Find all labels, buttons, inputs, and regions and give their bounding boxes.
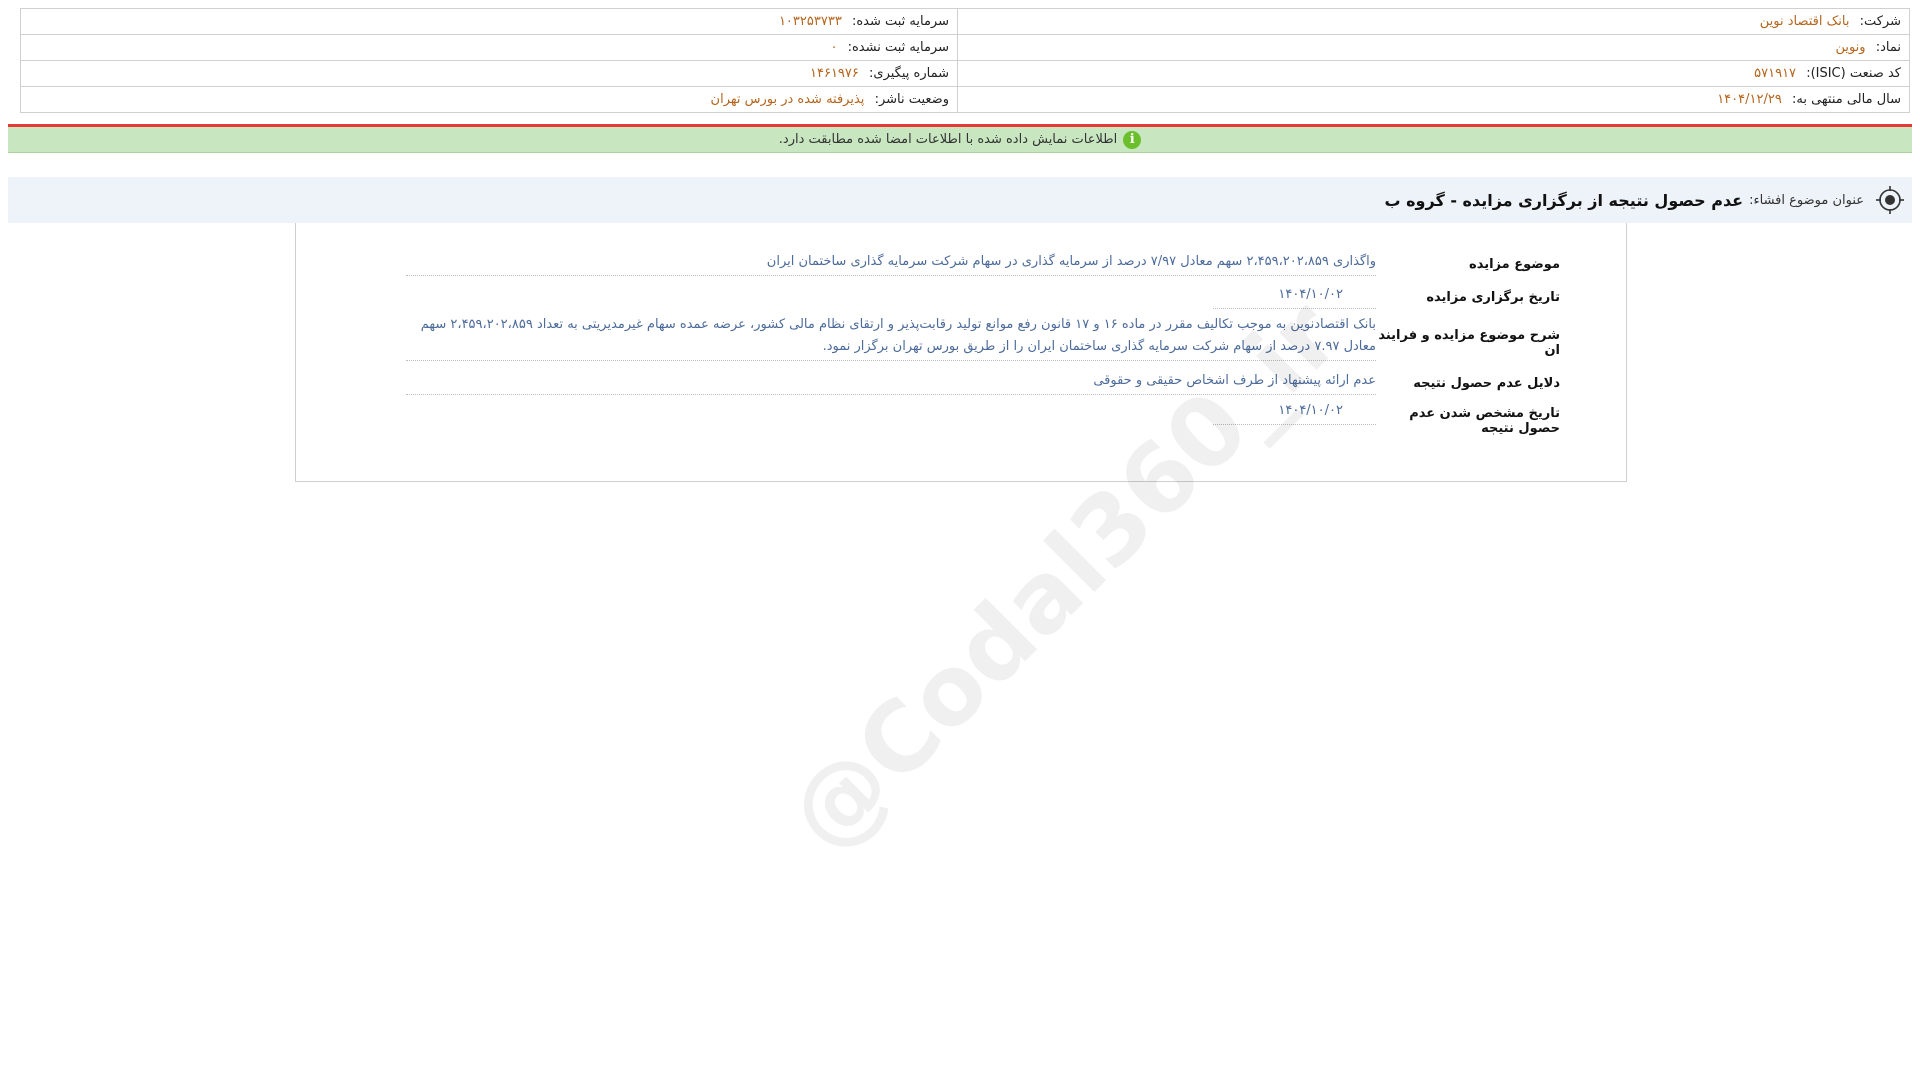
registered-capital-cell: سرمایه ثبت شده: ۱۰۳۲۵۳۷۳۳ [20,8,958,35]
detail-row-description: شرح موضوع مزایده و فرایند ان بانک اقتصاد… [406,314,1566,370]
info-row: شرکت: بانک اقتصاد نوین سرمایه ثبت شده: ۱… [20,8,1910,35]
tracking-label: شماره پیگیری: [869,66,949,81]
reasons-value: عدم ارائه پیشنهاد از طرف اشخاص حقیقی و ح… [406,370,1376,395]
info-icon: i [1123,130,1142,149]
reasons-label: دلایل عدم حصول نتیجه [1413,376,1560,391]
detail-row-date: تاریخ برگزاری مزایده ۱۴۰۴/۱۰/۰۲ [406,284,1566,314]
detail-row-subject: موضوع مزایده واگذاری ۲،۴۵۹،۲۰۲،۸۵۹ سهم م… [406,251,1566,284]
unregistered-capital-cell: سرمایه ثبت نشده: ۰ [20,34,958,61]
isic-value: ۵۷۱۹۱۷ [1754,66,1797,81]
company-info-table: شرکت: بانک اقتصاد نوین سرمایه ثبت شده: ۱… [20,8,1910,113]
symbol-label: نماد: [1875,40,1901,55]
detail-row-result-date: تاریخ مشخص شدن عدم حصول نتیجه ۱۴۰۴/۱۰/۰۲ [406,400,1566,436]
info-row: نماد: ونوین سرمایه ثبت نشده: ۰ [20,34,1910,61]
publisher-status-value: پذیرفته شده در بورس تهران [710,92,865,107]
symbol-value[interactable]: ونوین [1835,40,1865,55]
fiscal-label: سال مالی منتهی به: [1791,92,1901,107]
disclosure-title-bar: عنوان موضوع افشاء: عدم حصول نتیجه از برگ… [8,177,1912,223]
target-icon [1874,184,1906,216]
detail-row-reasons: دلایل عدم حصول نتیجه عدم ارائه پیشنهاد ا… [406,370,1566,400]
company-value[interactable]: بانک اقتصاد نوین [1760,14,1850,29]
publisher-status-cell: وضعیت ناشر: پذیرفته شده در بورس تهران [20,86,958,113]
details-list: موضوع مزایده واگذاری ۲،۴۵۹،۲۰۲،۸۵۹ سهم م… [406,251,1566,436]
registered-capital-value: ۱۰۳۲۵۳۷۳۳ [778,14,842,29]
signature-status-bar: i اطلاعات نمایش داده شده با اطلاعات امضا… [8,127,1912,153]
page: شرکت: بانک اقتصاد نوین سرمایه ثبت شده: ۱… [0,0,1920,1080]
disclosure-title: عدم حصول نتیجه از برگزاری مزایده - گروه … [1384,190,1744,210]
info-row: کد صنعت (ISIC): ۵۷۱۹۱۷ شماره پیگیری: ۱۴۶… [20,60,1910,87]
result-date-label: تاریخ مشخص شدن عدم حصول نتیجه [1409,406,1560,436]
auction-date-label: تاریخ برگزاری مزایده [1426,290,1560,305]
subject-value: واگذاری ۲،۴۵۹،۲۰۲،۸۵۹ سهم معادل ۷/۹۷ درص… [406,251,1376,276]
description-value: بانک اقتصادنوین به موجب تکالیف مقرر در م… [406,314,1376,361]
company-label: شرکت: [1859,14,1901,29]
fiscal-cell: سال مالی منتهی به: ۱۴۰۴/۱۲/۲۹ [957,86,1910,113]
isic-cell: کد صنعت (ISIC): ۵۷۱۹۱۷ [957,60,1910,87]
tracking-cell: شماره پیگیری: ۱۴۶۱۹۷۶ [20,60,958,87]
subject-label: موضوع مزایده [1469,257,1560,272]
info-row: سال مالی منتهی به: ۱۴۰۴/۱۲/۲۹ وضعیت ناشر… [20,86,1910,113]
publisher-status-label: وضعیت ناشر: [874,92,949,107]
isic-label: کد صنعت (ISIC): [1806,66,1901,81]
unregistered-capital-value: ۰ [830,40,838,55]
signature-status-text: اطلاعات نمایش داده شده با اطلاعات امضا ش… [778,132,1118,147]
fiscal-value: ۱۴۰۴/۱۲/۲۹ [1717,92,1782,107]
disclosure-title-label: عنوان موضوع افشاء: [1749,192,1864,208]
auction-date-value: ۱۴۰۴/۱۰/۰۲ [1213,284,1376,309]
result-date-value: ۱۴۰۴/۱۰/۰۲ [1213,400,1376,425]
description-label: شرح موضوع مزایده و فرایند ان [1378,328,1560,358]
company-cell: شرکت: بانک اقتصاد نوین [957,8,1910,35]
tracking-value: ۱۴۶۱۹۷۶ [810,66,859,81]
registered-capital-label: سرمایه ثبت شده: [851,14,949,29]
unregistered-capital-label: سرمایه ثبت نشده: [847,40,949,55]
symbol-cell: نماد: ونوین [957,34,1910,61]
auction-details-box: موضوع مزایده واگذاری ۲،۴۵۹،۲۰۲،۸۵۹ سهم م… [295,223,1627,482]
